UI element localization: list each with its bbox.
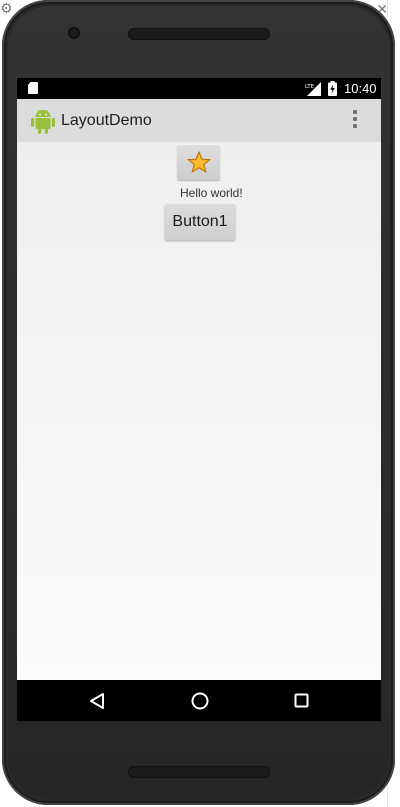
navigation-bar: [17, 680, 381, 721]
front-camera: [68, 27, 80, 39]
button1[interactable]: Button1: [165, 204, 235, 240]
lte-label: LTE: [305, 84, 315, 90]
status-bar: LTE 10:40: [17, 78, 381, 99]
hello-text: Hello world!: [180, 186, 243, 200]
bottom-speaker: [128, 766, 270, 778]
back-triangle-icon[interactable]: [89, 692, 105, 710]
earpiece-speaker: [128, 28, 270, 40]
android-robot-icon: [31, 109, 55, 134]
gear-icon[interactable]: ⚙: [0, 1, 13, 15]
action-bar: LayoutDemo: [17, 99, 381, 142]
lte-signal-icon: LTE: [305, 82, 321, 96]
recents-square-icon[interactable]: [294, 693, 309, 708]
home-circle-icon[interactable]: [191, 692, 209, 710]
battery-icon: [328, 81, 337, 96]
status-clock: 10:40: [344, 81, 377, 96]
overflow-menu-icon[interactable]: [350, 110, 360, 132]
device-screen: LTE 10:40 LayoutDemo Hello world! Button…: [17, 78, 381, 721]
sd-card-icon: [28, 82, 38, 94]
star-icon: [186, 151, 211, 174]
page: ⚙ ✕ LTE 10:40 LayoutDemo Hello world! Bu…: [0, 0, 400, 807]
main-content: Hello world! Button1: [17, 142, 381, 680]
star-image-button[interactable]: [177, 145, 220, 180]
device-frame: LTE 10:40 LayoutDemo Hello world! Button…: [2, 0, 395, 805]
app-title: LayoutDemo: [61, 112, 152, 129]
